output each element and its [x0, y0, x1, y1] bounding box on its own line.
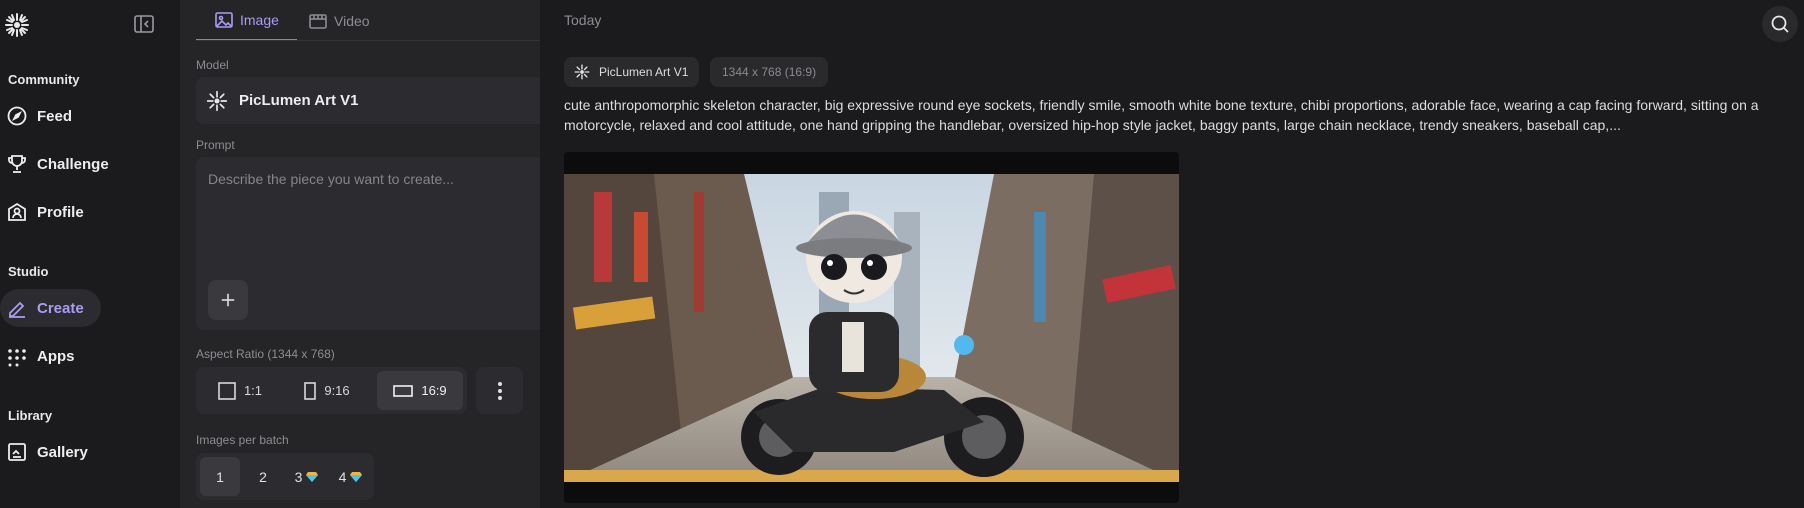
result-prompt-text[interactable]: cute anthropomorphic skeleton character,…	[564, 95, 1794, 135]
result-model-name: PicLumen Art V1	[599, 65, 689, 79]
sidebar-item-label: Create	[37, 299, 84, 317]
batch-option-label: 3	[294, 468, 303, 485]
batch-option-4[interactable]: 4	[330, 457, 372, 496]
sidebar-item-challenge[interactable]: Challenge	[0, 145, 109, 183]
aspect-ratio-label: Aspect Ratio (1344 x 768)	[196, 347, 335, 361]
batch-option-2[interactable]: 2	[243, 457, 283, 496]
tab-video-label: Video	[334, 12, 370, 29]
results-area: Today PicLumen Art V1 1344 x 768 (16:9) …	[540, 0, 1804, 508]
gem-icon	[350, 471, 363, 482]
more-ratios-button[interactable]	[476, 367, 523, 414]
batch-size-selector: 1 2 3 4	[196, 453, 374, 500]
batch-option-1[interactable]: 1	[200, 457, 240, 496]
add-reference-button[interactable]	[208, 280, 248, 320]
date-heading: Today	[564, 12, 602, 28]
section-label-studio: Studio	[8, 264, 49, 279]
gallery-icon	[8, 443, 26, 461]
model-label: Model	[196, 58, 229, 72]
batch-label: Images per batch	[196, 433, 289, 447]
sidebar-item-label: Apps	[37, 347, 75, 365]
section-label-community: Community	[8, 72, 80, 87]
prompt-label: Prompt	[196, 138, 235, 152]
video-icon	[309, 13, 327, 29]
sidebar: Community Feed Challenge Profile Studio	[0, 0, 180, 508]
generated-image[interactable]	[564, 152, 1179, 503]
sidebar-item-label: Challenge	[37, 155, 109, 173]
ratio-option-1-1[interactable]: 1:1	[200, 371, 280, 410]
search-button[interactable]	[1762, 6, 1798, 42]
batch-option-3[interactable]: 3	[286, 457, 328, 496]
sidebar-item-gallery[interactable]: Gallery	[0, 433, 88, 471]
ratio-option-16-9[interactable]: 16:9	[377, 371, 463, 410]
apps-grid-icon	[8, 349, 26, 367]
gem-icon	[306, 471, 319, 482]
search-icon	[1771, 15, 1789, 33]
plus-icon	[221, 293, 235, 307]
sidebar-collapse-icon[interactable]	[133, 13, 155, 35]
batch-option-label: 2	[259, 468, 267, 485]
result-model-chip: PicLumen Art V1	[564, 57, 700, 87]
model-name: PicLumen Art V1	[239, 92, 359, 109]
section-label-library: Library	[8, 408, 53, 423]
ratio-option-9-16[interactable]: 9:16	[284, 371, 370, 410]
sidebar-item-create[interactable]: Create	[0, 289, 101, 327]
aspect-ratio-selector: 1:1 9:16 16:9	[196, 367, 467, 414]
generation-settings-panel: Image Video Model PicLumen Art V1 Prompt…	[180, 0, 704, 508]
compass-icon	[7, 106, 27, 126]
piclumen-model-icon	[206, 90, 228, 111]
ratio-option-label: 9:16	[324, 383, 350, 398]
ratio-option-label: 1:1	[243, 383, 263, 398]
sidebar-item-label: Feed	[37, 107, 73, 125]
square-icon	[218, 381, 236, 400]
more-vertical-icon	[497, 381, 502, 400]
sidebar-item-label: Gallery	[37, 443, 88, 461]
app-root: Community Feed Challenge Profile Studio	[0, 0, 1804, 508]
trophy-icon	[8, 155, 26, 173]
batch-option-label: 4	[338, 468, 347, 485]
tab-image-label: Image	[240, 11, 279, 28]
generated-image-illustration	[564, 152, 1179, 503]
sidebar-item-profile[interactable]: Profile	[0, 193, 84, 231]
profile-icon	[8, 202, 26, 221]
landscape-icon	[393, 384, 414, 397]
sidebar-item-feed[interactable]: Feed	[0, 97, 72, 135]
portrait-icon	[304, 381, 317, 400]
tab-image[interactable]: Image	[196, 0, 297, 41]
result-size-chip: 1344 x 768 (16:9)	[710, 57, 829, 87]
ratio-option-label: 16:9	[421, 383, 447, 398]
image-icon	[215, 11, 233, 28]
piclumen-chip-icon	[574, 64, 590, 80]
piclumen-logo-icon[interactable]	[4, 12, 30, 38]
batch-option-label: 1	[216, 468, 224, 485]
sidebar-item-apps[interactable]: Apps	[0, 337, 75, 375]
pencil-icon	[9, 301, 25, 318]
tab-video[interactable]: Video	[290, 0, 388, 41]
sidebar-item-label: Profile	[37, 203, 84, 221]
